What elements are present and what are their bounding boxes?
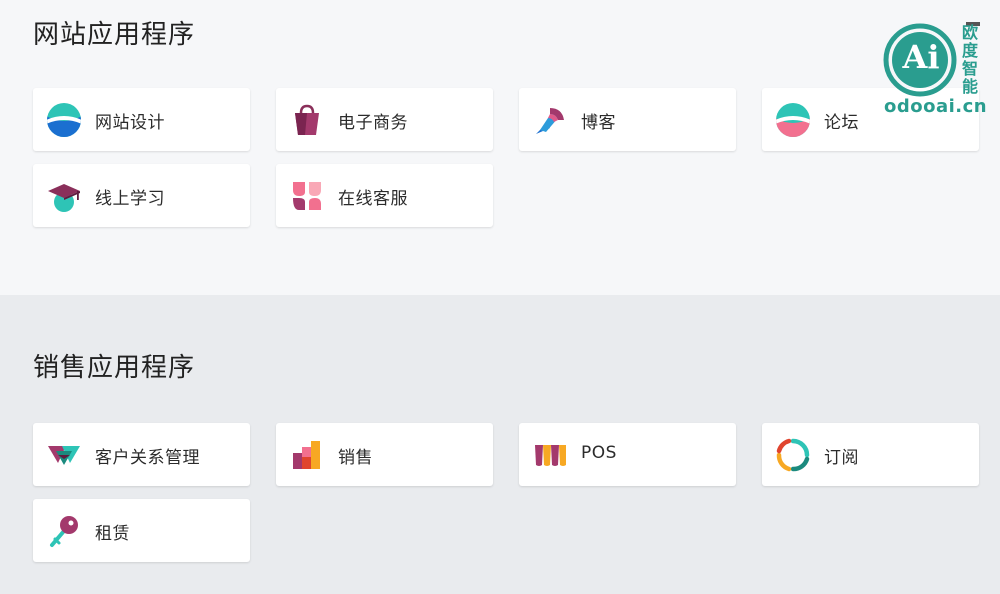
logo-char: 欧 — [961, 23, 978, 42]
pos-awning-icon — [535, 445, 566, 466]
app-card-elearning[interactable]: 线上学习 — [33, 164, 250, 227]
app-card-sales[interactable]: 销售 — [276, 423, 493, 486]
app-card-pos[interactable]: POS — [519, 423, 736, 486]
sales-bars-icon — [293, 441, 320, 469]
logo-domain: odooai.cn — [884, 96, 988, 117]
elearning-cap-icon — [48, 184, 80, 212]
logo-chinese-text: 欧 度 智 能 — [960, 24, 980, 96]
app-label: 租赁 — [95, 524, 130, 544]
forum-icon — [776, 103, 810, 137]
app-card-website[interactable]: 网站设计 — [33, 88, 250, 151]
app-label: 销售 — [338, 448, 373, 468]
app-card-livechat[interactable]: 在线客服 — [276, 164, 493, 227]
app-label: 网站设计 — [95, 113, 165, 133]
web-apps-section: 网站应用程序 网站设计 电子商务 博客 论坛 线上学习 在线客服 Ai 欧 度 … — [0, 0, 1000, 295]
app-label: 客户关系管理 — [95, 448, 200, 468]
rental-key-icon — [50, 516, 78, 547]
web-apps-title: 网站应用程序 — [33, 20, 196, 50]
logo-char: 智 — [961, 59, 978, 78]
website-icon — [47, 103, 81, 137]
blog-icon — [536, 108, 564, 134]
app-label: 论坛 — [824, 113, 859, 133]
app-card-blog[interactable]: 博客 — [519, 88, 736, 151]
app-card-rental[interactable]: 租赁 — [33, 499, 250, 562]
crm-handshake-icon — [48, 446, 80, 465]
app-label: POS — [581, 443, 617, 463]
logo-char: 度 — [961, 41, 978, 60]
app-label: 订阅 — [824, 448, 859, 468]
app-label: 线上学习 — [95, 189, 165, 209]
subscription-cycle-icon — [776, 438, 810, 472]
app-label: 在线客服 — [338, 189, 408, 209]
app-label: 电子商务 — [338, 113, 408, 133]
app-card-crm[interactable]: 客户关系管理 — [33, 423, 250, 486]
livechat-icon — [293, 182, 321, 210]
logo-badge-text: Ai — [902, 38, 940, 76]
app-card-ecommerce[interactable]: 电子商务 — [276, 88, 493, 151]
sales-apps-section: 销售应用程序 客户关系管理 销售 POS 订阅 租赁 — [0, 295, 1000, 594]
logo-char: 能 — [961, 77, 978, 96]
ecommerce-bag-icon — [295, 104, 319, 135]
sales-apps-title: 销售应用程序 — [33, 353, 196, 383]
app-label: 博客 — [581, 113, 616, 133]
app-card-subscription[interactable]: 订阅 — [762, 423, 979, 486]
